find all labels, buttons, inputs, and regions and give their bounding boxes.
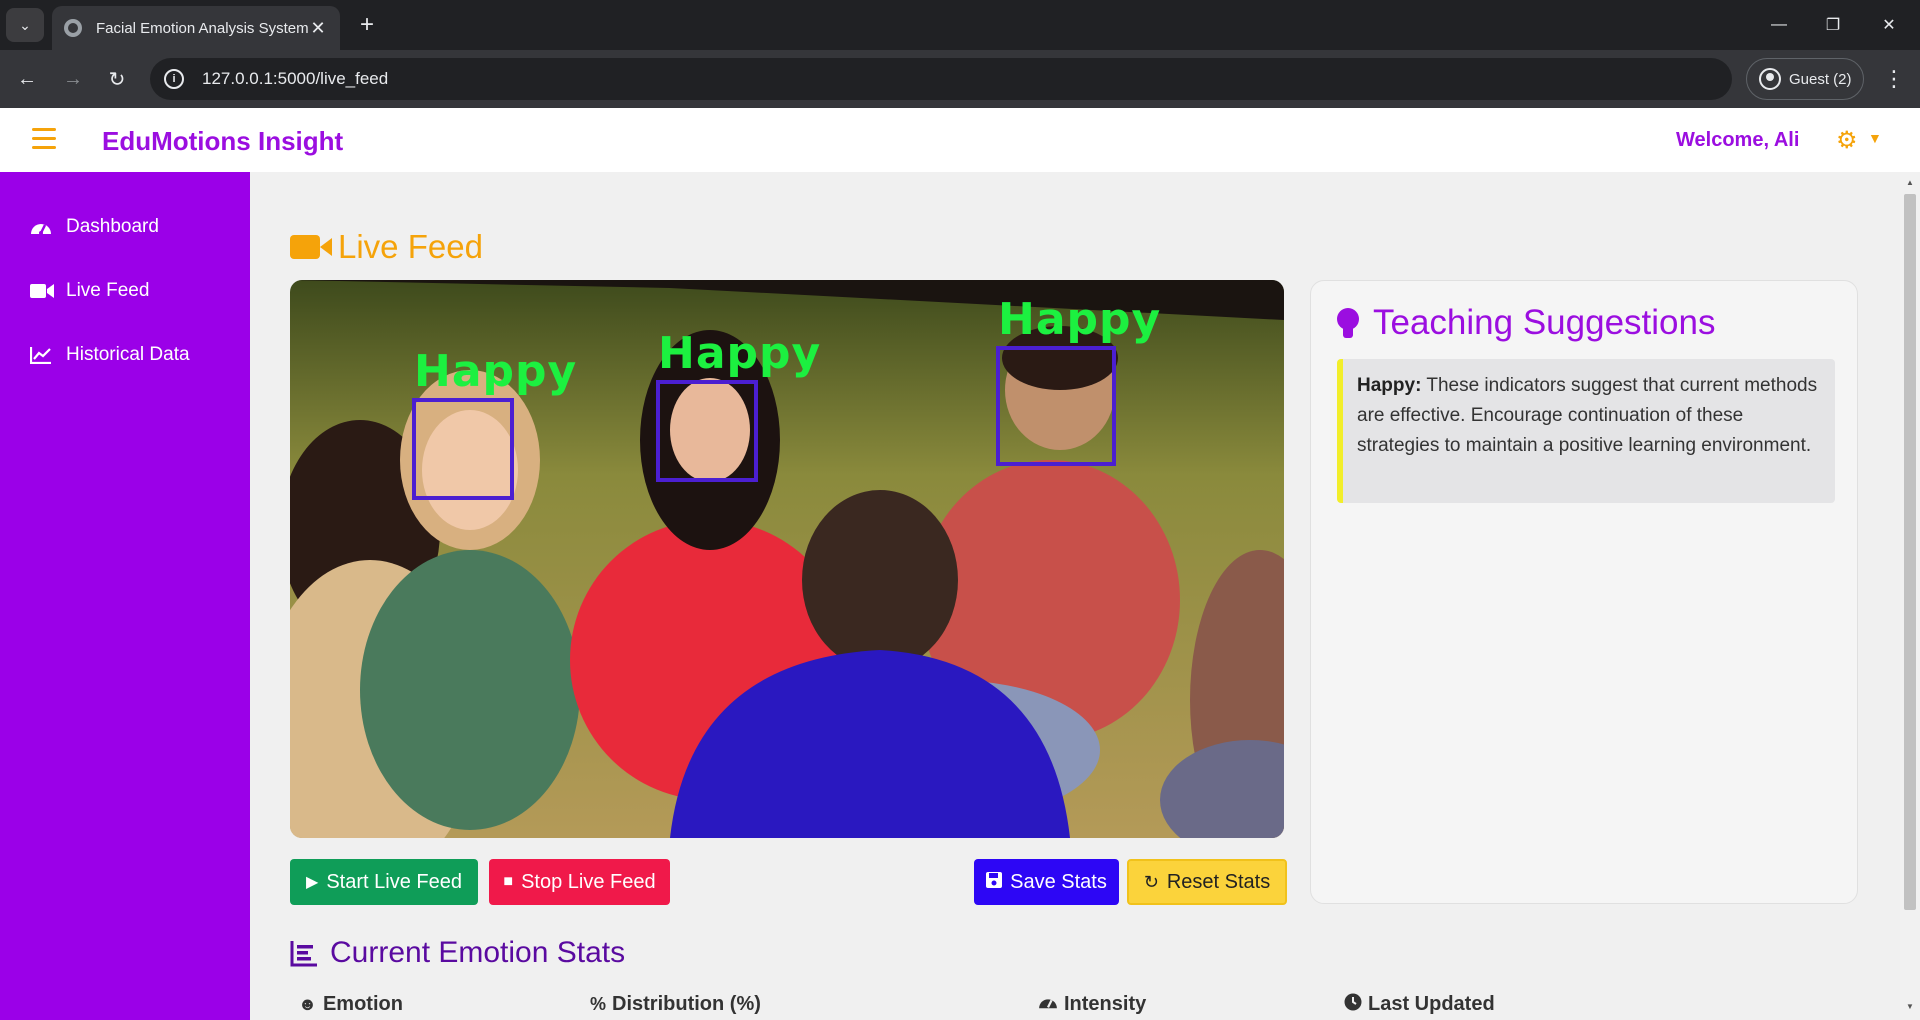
lightbulb-icon [1337, 308, 1359, 338]
teaching-suggestions-card: Teaching Suggestions Happy: These indica… [1310, 280, 1858, 904]
menu-toggle-icon[interactable] [32, 128, 56, 150]
gauge-icon [30, 218, 56, 236]
sidebar-item-historical-data[interactable]: Historical Data [30, 344, 190, 366]
video-camera-icon [290, 235, 332, 259]
browser-menu-button[interactable]: ⋮ [1882, 62, 1906, 96]
reload-button[interactable]: ↻ [100, 62, 134, 96]
face-detection-box [656, 380, 758, 482]
sidebar-item-label: Dashboard [66, 216, 159, 237]
scroll-up-icon[interactable]: ▲ [1906, 178, 1914, 187]
welcome-text: Welcome, Ali [1676, 129, 1800, 151]
arrow-right-icon: → [63, 67, 83, 90]
profile-icon [1759, 68, 1781, 90]
start-live-feed-button[interactable]: ▶ Start Live Feed [290, 859, 478, 905]
scrollbar-thumb[interactable] [1904, 194, 1916, 910]
url-text: 127.0.0.1:5000/live_feed [202, 69, 389, 88]
face-detection-box [996, 346, 1116, 466]
arrow-left-icon: ← [17, 67, 37, 90]
column-header-last-updated: Last Updated [1344, 993, 1495, 1016]
emotion-label: Happy [658, 328, 822, 379]
face-detection-box [412, 398, 514, 500]
tab-title: Facial Emotion Analysis System [96, 19, 308, 37]
minimize-button[interactable]: — [1756, 8, 1802, 42]
back-button[interactable]: ← [10, 62, 44, 96]
close-icon: ✕ [1882, 17, 1896, 34]
browser-toolbar: ← → ↻ i 127.0.0.1:5000/live_feed Guest (… [0, 50, 1920, 108]
profile-label: Guest (2) [1789, 70, 1852, 88]
sidebar-item-live-feed[interactable]: Live Feed [30, 280, 149, 302]
site-info-icon[interactable]: i [164, 69, 184, 89]
restore-button[interactable]: ❐ [1810, 8, 1856, 42]
redo-icon: ↻ [1143, 871, 1159, 892]
column-header-emotion: ☻ Emotion [298, 993, 403, 1015]
browser-tabstrip: ⌄ Facial Emotion Analysis System ✕ + — ❐… [0, 0, 1920, 50]
profile-button[interactable]: Guest (2) [1746, 58, 1864, 100]
brand-title[interactable]: EduMotions Insight [102, 126, 343, 157]
video-camera-icon [30, 283, 56, 299]
tab-search-button[interactable]: ⌄ [6, 8, 44, 42]
close-window-button[interactable]: ✕ [1866, 8, 1912, 42]
clock-icon [1344, 993, 1362, 1016]
sidebar-item-label: Live Feed [66, 280, 150, 301]
gauge-icon [1038, 994, 1058, 1015]
reload-icon: ↻ [108, 68, 126, 91]
live-feed-title: Live Feed [290, 228, 483, 266]
bar-chart-icon [290, 939, 318, 967]
gear-icon[interactable]: ⚙ [1836, 126, 1858, 155]
percent-icon: % [590, 994, 607, 1014]
floppy-disk-icon [986, 871, 1003, 893]
line-chart-icon [30, 346, 56, 364]
stop-icon: ■ [503, 873, 514, 890]
suggestion-item: Happy: These indicators suggest that cur… [1337, 359, 1835, 503]
caret-down-icon[interactable]: ▼ [1868, 130, 1882, 146]
suggestions-title: Teaching Suggestions [1337, 303, 1715, 343]
chevron-down-icon: ⌄ [19, 16, 31, 33]
tab-close-button[interactable]: ✕ [308, 18, 328, 39]
sidebar-item-label: Historical Data [66, 344, 190, 365]
page-scrollbar[interactable]: ▲ ▼ [1900, 172, 1920, 1020]
forward-button[interactable]: → [56, 62, 90, 96]
smile-icon: ☻ [298, 994, 317, 1014]
suggestion-text: These indicators suggest that current me… [1357, 375, 1818, 456]
column-header-distribution: % Distribution (%) [590, 993, 761, 1015]
emotion-stats-title: Current Emotion Stats [290, 936, 625, 970]
address-bar[interactable]: i 127.0.0.1:5000/live_feed [150, 58, 1732, 100]
emotion-label: Happy [414, 346, 578, 397]
scroll-down-icon[interactable]: ▼ [1906, 1002, 1914, 1011]
reset-stats-button[interactable]: ↻ Reset Stats [1127, 859, 1287, 905]
minimize-icon: — [1771, 16, 1787, 33]
column-header-intensity: Intensity [1038, 993, 1146, 1016]
more-vert-icon: ⋮ [1883, 66, 1905, 91]
play-icon: ▶ [306, 874, 319, 891]
save-stats-button[interactable]: Save Stats [974, 859, 1119, 905]
stop-live-feed-button[interactable]: ■ Stop Live Feed [489, 859, 670, 905]
sidebar-item-dashboard[interactable]: Dashboard [30, 216, 159, 238]
emotion-label: Happy [998, 294, 1162, 345]
new-tab-button[interactable]: + [352, 10, 382, 40]
sidebar: Dashboard Live Feed Historical Data [0, 172, 250, 1020]
restore-icon: ❐ [1825, 17, 1841, 34]
globe-icon [64, 19, 82, 37]
live-video-feed: Happy Happy Happy [290, 280, 1284, 838]
app-header: EduMotions Insight Welcome, Ali ⚙ ▼ [0, 108, 1920, 172]
browser-tab[interactable]: Facial Emotion Analysis System ✕ [52, 6, 340, 50]
suggestion-emotion: Happy: [1357, 375, 1422, 396]
